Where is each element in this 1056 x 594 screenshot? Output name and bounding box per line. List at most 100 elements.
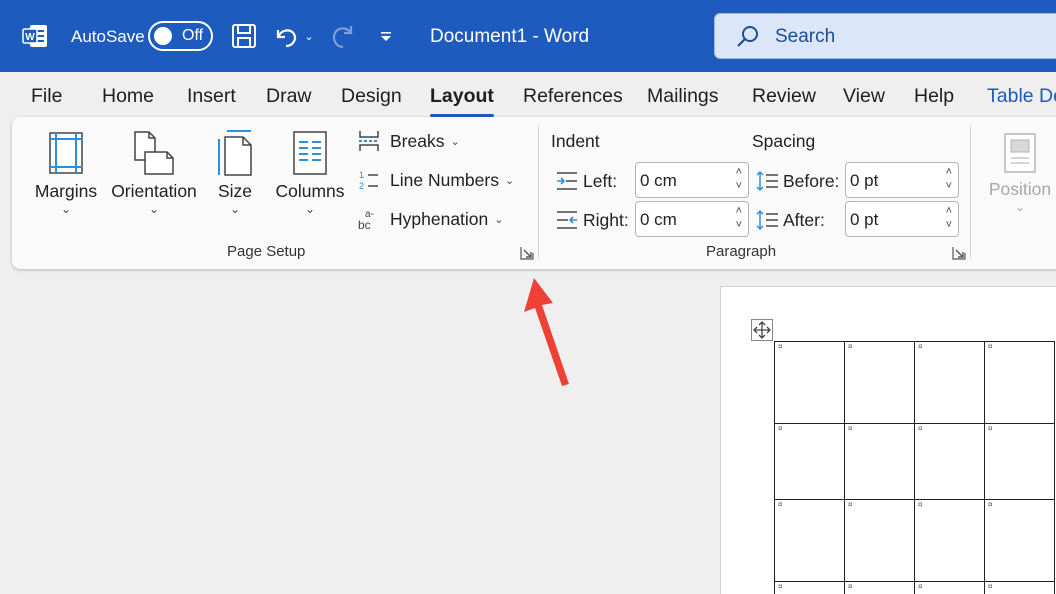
tab-design[interactable]: Design [341,85,402,108]
svg-text:2: 2 [359,181,364,191]
chevron-down-icon: ⌄ [60,202,72,216]
tab-layout[interactable]: Layout [430,85,494,117]
orientation-label: Orientation [111,181,197,201]
table-cell[interactable]: ¤ [844,499,915,582]
spacing-before-icon [755,169,779,193]
title-bar: W AutoSave Off ⌄ Document1 - Word Search [0,0,1056,72]
table-cell[interactable]: ¤ [844,581,915,594]
tab-help[interactable]: Help [914,85,954,108]
spacing-before-label: Before: [783,170,840,191]
indent-right-value: 0 cm [640,210,677,229]
ribbon-panel: Margins ⌄ Orientation ⌄ Size ⌄ Columns ⌄… [12,117,1056,269]
table-cell[interactable]: ¤ [844,341,915,424]
spacing-before-input[interactable]: 0 pt ˄ ˅ [845,162,959,198]
page-setup-group-label: Page Setup [227,243,306,260]
chevron-down-icon: ⌄ [148,202,160,216]
tab-draw[interactable]: Draw [266,85,312,108]
hyphenation-label: Hyphenation [390,208,489,229]
svg-text:1: 1 [359,170,364,180]
spin-arrows-icon[interactable]: ˄ ˅ [946,165,952,193]
size-button[interactable]: Size ⌄ [210,127,260,216]
breaks-button[interactable]: Breaks ⌄ [356,129,460,153]
position-label: Position [988,179,1052,199]
margins-button[interactable]: Margins ⌄ [32,127,100,216]
margins-label: Margins [34,181,98,201]
spacing-before-value: 0 pt [850,171,879,190]
chevron-down-icon: ⌄ [1014,200,1026,214]
line-numbers-icon: 12 [356,168,382,192]
chevron-down-icon: ⌄ [229,202,241,216]
indent-right-input[interactable]: 0 cm ˄ ˅ [635,201,749,237]
save-icon[interactable] [230,20,258,52]
redo-icon[interactable] [328,20,358,52]
indent-left-input[interactable]: 0 cm ˄ ˅ [635,162,749,198]
word-logo-icon[interactable]: W [22,23,48,49]
table-cell[interactable]: ¤ [914,499,985,582]
undo-icon[interactable] [272,20,300,52]
ribbon-tabs: File Home Insert Draw Design Layout Refe… [0,72,1056,118]
table-cell[interactable]: ¤ [844,423,915,500]
tab-file[interactable]: File [31,85,62,108]
breaks-icon [356,129,382,153]
search-icon [737,26,758,47]
table-cell[interactable]: ¤ [984,581,1055,594]
page-setup-launcher-icon[interactable] [520,246,534,260]
spacing-after-icon [755,208,779,232]
tab-references[interactable]: References [523,85,623,108]
position-button[interactable]: Position ⌄ [984,127,1056,214]
tab-review[interactable]: Review [752,85,816,108]
undo-dropdown-chevron-icon[interactable]: ⌄ [302,20,316,52]
table-cell[interactable]: ¤ [774,581,845,594]
indent-right-label: Right: [583,209,629,230]
spacing-header: Spacing [752,131,816,151]
autosave-label: AutoSave [71,27,145,46]
tab-table-design[interactable]: Table De [987,85,1056,108]
table-cell[interactable]: ¤ [914,581,985,594]
line-numbers-label: Line Numbers [390,169,499,190]
paragraph-group-label: Paragraph [706,243,777,260]
autosave-state: Off [182,27,204,44]
hyphenation-icon: a-bc [356,207,382,232]
paragraph-launcher-icon[interactable] [952,246,966,260]
table-cell[interactable]: ¤ [774,423,845,500]
columns-button[interactable]: Columns ⌄ [270,127,350,216]
table-cell[interactable]: ¤ [984,341,1055,424]
customize-qat-icon[interactable] [376,20,396,52]
spacing-after-input[interactable]: 0 pt ˄ ˅ [845,201,959,237]
spacing-after-row: After: [755,208,825,232]
tab-view[interactable]: View [843,85,885,108]
tab-home[interactable]: Home [102,85,154,108]
chevron-down-icon: ⌄ [494,213,504,226]
table-cell[interactable]: ¤ [984,499,1055,582]
line-numbers-button[interactable]: 12 Line Numbers ⌄ [356,168,514,192]
tab-insert[interactable]: Insert [187,85,236,108]
chevron-down-icon: ⌄ [450,135,460,148]
spin-arrows-icon[interactable]: ˄ ˅ [946,204,952,232]
indent-left-label: Left: [583,170,618,191]
indent-header: Indent [551,131,600,151]
table-cell[interactable]: ¤ [914,341,985,424]
indent-left-value: 0 cm [640,171,677,190]
size-label: Size [217,181,253,201]
indent-right-row: Right: [555,208,629,232]
table-cell[interactable]: ¤ [774,499,845,582]
spin-arrows-icon[interactable]: ˄ ˅ [736,204,742,232]
svg-text:W: W [25,32,35,43]
document-table[interactable]: ¤ ¤ ¤ ¤ ¤ ¤ ¤ ¤ ¤ ¤ ¤ ¤ ¤ ¤ ¤ ¤ [774,341,1055,594]
tab-mailings[interactable]: Mailings [647,85,719,108]
table-cell[interactable]: ¤ [774,341,845,424]
orientation-icon [108,127,200,179]
table-cell[interactable]: ¤ [984,423,1055,500]
table-move-handle-icon[interactable] [751,319,773,341]
indent-left-icon [555,169,579,193]
search-placeholder: Search [775,26,836,47]
group-separator [970,125,971,259]
orientation-button[interactable]: Orientation ⌄ [108,127,200,216]
hyphenation-button[interactable]: a-bc Hyphenation ⌄ [356,207,504,233]
page-size-icon [210,127,260,179]
spin-arrows-icon[interactable]: ˄ ˅ [736,165,742,193]
search-box[interactable]: Search [714,13,1056,59]
autosave-toggle[interactable]: Off [148,21,213,51]
table-cell[interactable]: ¤ [914,423,985,500]
indent-right-icon [555,208,579,232]
